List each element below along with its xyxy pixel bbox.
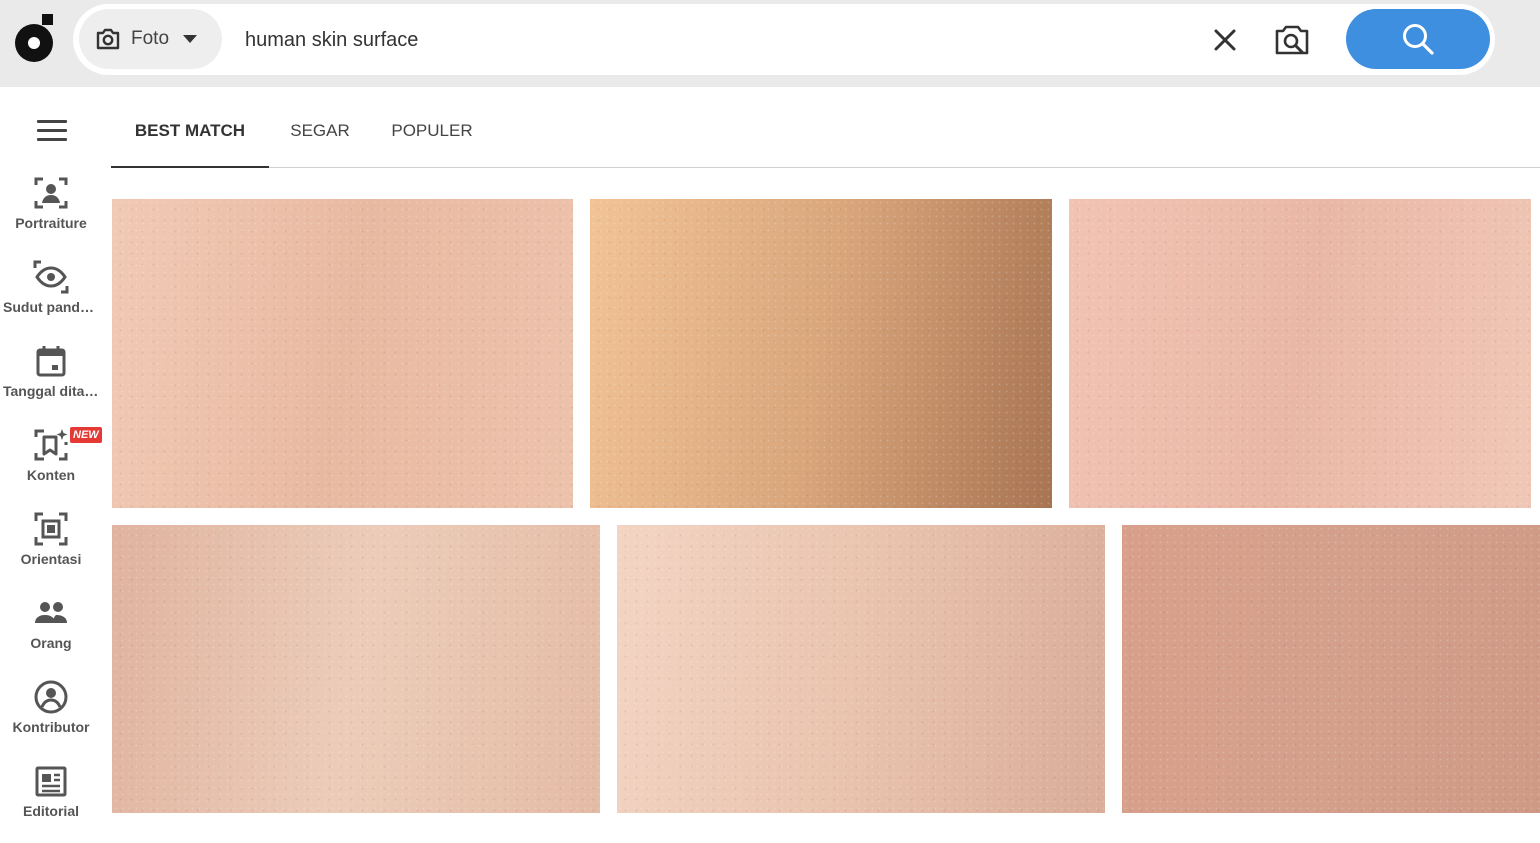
content-sparkle-icon (34, 429, 68, 461)
search-bar: Foto (73, 4, 1495, 75)
result-image[interactable] (1122, 525, 1540, 813)
sidebar-item-label: Kontributor (12, 719, 90, 735)
result-image[interactable] (1069, 199, 1531, 508)
hamburger-menu-icon[interactable] (37, 120, 67, 142)
sidebar-item-label: Konten (26, 467, 76, 483)
calendar-icon (36, 346, 66, 377)
logo-icon[interactable] (15, 14, 55, 62)
new-badge: NEW (70, 427, 102, 443)
search-icon (1403, 24, 1434, 55)
contributor-icon (34, 680, 68, 714)
media-type-dropdown[interactable]: Foto (79, 9, 222, 69)
camera-icon (96, 28, 120, 50)
editorial-icon (35, 766, 67, 797)
top-bar: Foto (0, 0, 1540, 87)
result-image[interactable] (112, 525, 600, 813)
sidebar-item-people[interactable]: Orang (0, 595, 102, 675)
sort-tabs: BEST MATCH SEGAR POPULER (111, 87, 1540, 168)
sidebar-item-label: Orang (30, 635, 72, 651)
sidebar-item-content[interactable]: NEW Konten (0, 427, 102, 507)
result-image[interactable] (617, 525, 1105, 813)
sidebar-item-contributor[interactable]: Kontributor (0, 679, 102, 759)
sidebar-item-viewpoint[interactable]: Sudut pandang (0, 259, 102, 339)
sidebar-item-label: Orientasi (20, 551, 82, 567)
chevron-down-icon (183, 35, 198, 43)
filter-sidebar: Portraiture Sudut pandang Tanggal ditamb… (0, 87, 102, 819)
portrait-icon (34, 177, 68, 209)
sidebar-item-portraiture[interactable]: Portraiture (0, 175, 102, 255)
sidebar-item-label: Portraiture (15, 215, 87, 231)
tab-best-match[interactable]: BEST MATCH (111, 87, 269, 168)
people-icon (35, 602, 67, 623)
sidebar-item-date-added[interactable]: Tanggal ditambahkan (0, 343, 102, 423)
close-icon[interactable] (1209, 24, 1241, 56)
search-input[interactable] (245, 18, 1195, 62)
sidebar-item-editorial[interactable]: Editorial (0, 763, 102, 843)
sidebar-item-orientation[interactable]: Orientasi (0, 511, 102, 591)
orientation-icon (34, 512, 68, 546)
result-image[interactable] (112, 199, 573, 508)
tab-populer[interactable]: POPULER (385, 87, 479, 168)
search-button[interactable] (1346, 9, 1490, 69)
sidebar-item-label: Sudut pandang (3, 299, 102, 315)
sidebar-item-label: Editorial (22, 803, 79, 819)
result-image[interactable] (590, 199, 1052, 508)
sidebar-item-label: Tanggal ditambahkan (3, 383, 102, 399)
media-type-label: Foto (131, 28, 170, 49)
tab-segar[interactable]: SEGAR (281, 87, 359, 168)
viewpoint-eye-icon (33, 260, 69, 294)
visual-search-icon[interactable] (1273, 21, 1311, 59)
